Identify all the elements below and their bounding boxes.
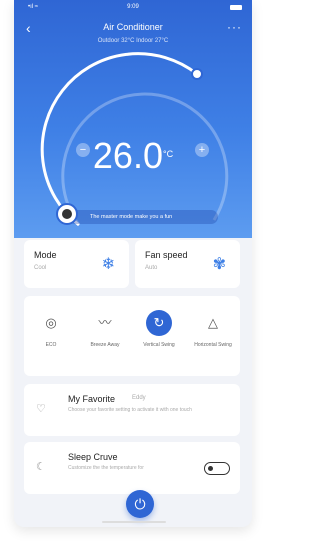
mode-caption: Vertical Swing — [143, 342, 175, 348]
sleep-curve-toggle[interactable] — [204, 462, 230, 475]
assistant-avatar-icon[interactable] — [56, 203, 78, 225]
eco-icon: ◎ — [45, 315, 57, 330]
phone-frame: •ıl ≈ 9:09 ‹ Air Conditioner Outdoor 32°… — [14, 0, 252, 527]
list-item-description: Choose your favorite setting to activate… — [68, 407, 192, 413]
function-modes: ◎ ECO 〰 Breeze Away ↻ Vertical Swing △ H… — [24, 296, 240, 376]
hero-panel: •ıl ≈ 9:09 ‹ Air Conditioner Outdoor 32°… — [14, 0, 252, 238]
fan-speed-label: Fan speed — [145, 250, 188, 260]
dial-knob[interactable] — [191, 68, 203, 80]
list-item-title: Sleep Cruve — [68, 452, 118, 462]
mode-caption: Breeze Away — [90, 342, 120, 348]
mode-caption: ECO — [45, 342, 57, 348]
fan-speed-card[interactable]: Fan speed Auto ✾ — [135, 240, 240, 288]
increase-temperature-button[interactable]: + — [195, 143, 209, 157]
mode-breeze-away[interactable]: 〰 Breeze Away — [78, 310, 132, 348]
assistant-hint[interactable]: The master mode make you a fun — [68, 210, 218, 224]
power-button[interactable]: ⏻ — [126, 490, 154, 518]
mode-vertical-swing[interactable]: ↻ Vertical Swing — [132, 310, 186, 348]
temperature-dial[interactable] — [14, 0, 252, 238]
list-item-title: My Favorite — [68, 394, 116, 404]
fan-icon: ✾ — [212, 256, 226, 273]
list-item-tag: Eddy — [132, 395, 146, 401]
mode-eco[interactable]: ◎ ECO — [24, 310, 78, 348]
breeze-icon: 〰 — [98, 315, 112, 330]
snowflake-icon: ❄ — [101, 256, 115, 273]
temperature-value: 26.0 — [92, 135, 163, 176]
home-indicator — [102, 521, 166, 523]
toggle-knob — [208, 465, 213, 471]
fan-speed-value: Auto — [145, 265, 158, 271]
list-item-my-favorite[interactable]: ♡ My Favorite Eddy Choose your favorite … — [24, 384, 240, 436]
temperature-display: 26.0°C — [14, 135, 252, 177]
horizontal-swing-icon: △ — [208, 315, 218, 330]
quick-cards: Mode Cool ❄ Fan speed Auto ✾ — [24, 240, 240, 288]
mode-card[interactable]: Mode Cool ❄ — [24, 240, 129, 288]
temperature-unit: °C — [162, 149, 174, 159]
heart-icon: ♡ — [36, 403, 46, 415]
settings-list: ♡ My Favorite Eddy Choose your favorite … — [24, 384, 240, 494]
vertical-swing-icon: ↻ — [146, 310, 172, 336]
moon-icon: ☾ — [36, 461, 46, 473]
list-item-sleep-cruve[interactable]: ☾ Sleep Cruve Customize the the temperat… — [24, 442, 240, 494]
mode-value: Cool — [34, 265, 47, 271]
list-item-description: Customize the the temperature for — [68, 465, 144, 471]
mode-caption: Horizontal Swing — [194, 342, 232, 348]
mode-label: Mode — [34, 250, 57, 260]
mode-horizontal-swing[interactable]: △ Horizontal Swing — [186, 310, 240, 348]
